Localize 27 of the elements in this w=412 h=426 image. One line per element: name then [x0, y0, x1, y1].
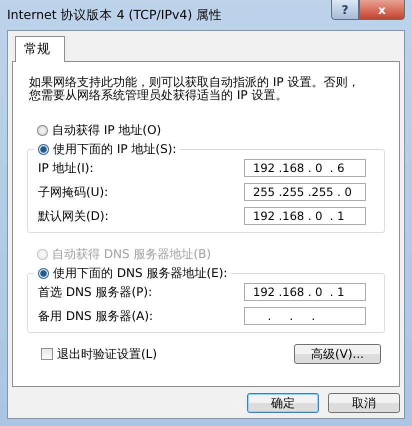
help-button[interactable]: ?	[331, 0, 359, 20]
checkbox[interactable]	[41, 348, 53, 360]
radio-label: 使用下面的 DNS 服务器地址(E):	[53, 265, 228, 282]
ip-address-field[interactable]: . . .	[244, 307, 366, 325]
description-text: 您需要从网络系统管理员处获得适当的 IP 设置。	[29, 89, 288, 102]
radio-button[interactable]	[38, 268, 49, 279]
field-label: 备用 DNS 服务器(A):	[38, 308, 154, 324]
radio-label: 自动获得 IP 地址(O)	[52, 122, 162, 138]
ip-address-field[interactable]: 192 .168 . 0 . 1	[244, 207, 366, 225]
ip-address-field[interactable]: 255 .255 .255 . 0	[244, 183, 366, 201]
window-title: Internet 协议版本 4 (TCP/IPv4) 属性	[7, 7, 222, 24]
ip-address-field[interactable]: 192 .168 . 0 . 1	[244, 283, 366, 301]
field-label: 首选 DNS 服务器(P):	[38, 284, 152, 300]
radio-button[interactable]	[37, 124, 48, 136]
radio-label: 自动获得 DNS 服务器地址(B)	[52, 246, 212, 262]
radio-label: 使用下面的 IP 地址(S):	[53, 141, 176, 158]
tab[interactable]: 常规	[15, 36, 65, 62]
radio-button[interactable]	[38, 144, 49, 155]
ok-button[interactable]: 确定	[247, 393, 319, 413]
ip-address-field[interactable]: 192 .168 . 0 . 6	[244, 159, 366, 177]
description-text: 如果网络支持此功能，则可以获取自动指派的 IP 设置。否则，	[29, 76, 360, 89]
cancel-button[interactable]: 取消	[328, 393, 400, 413]
checkbox-label: 退出时验证设置(L)	[57, 346, 158, 362]
advanced-button[interactable]: 高级(V)...	[294, 344, 381, 364]
field-label: 子网掩码(U):	[38, 184, 108, 200]
field-label: 默认网关(D):	[38, 208, 109, 224]
field-label: IP 地址(I):	[38, 160, 94, 176]
